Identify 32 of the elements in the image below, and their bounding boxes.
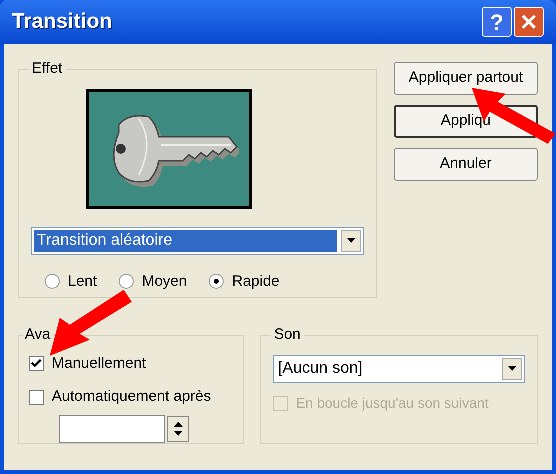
group-label: Ava bbox=[24, 325, 52, 345]
dropdown-value: Transition aléatoire bbox=[34, 230, 337, 252]
caret-icon bbox=[508, 366, 516, 371]
group-label: Son bbox=[273, 325, 302, 345]
radio-label: Lent bbox=[68, 272, 98, 292]
window-title: Transition bbox=[12, 9, 114, 36]
radio-label: Moyen bbox=[142, 272, 188, 292]
checkbox-label: Automatiquement après bbox=[52, 387, 212, 407]
up-arrow-icon bbox=[174, 422, 182, 426]
group-label: Effet bbox=[31, 59, 64, 79]
radio-label: Rapide bbox=[232, 272, 280, 292]
close-button[interactable] bbox=[514, 7, 544, 37]
down-arrow-icon bbox=[174, 430, 182, 436]
dropdown-value: [Aucun son] bbox=[277, 358, 364, 378]
dropdown-arrow-button[interactable] bbox=[502, 358, 522, 380]
checkbox-label: En boucle jusqu'au son suivant bbox=[296, 394, 489, 413]
radio-button[interactable] bbox=[119, 274, 134, 290]
caret-icon bbox=[346, 238, 356, 243]
dropdown-arrow-button[interactable] bbox=[341, 230, 361, 252]
help-button[interactable]: ? bbox=[482, 7, 512, 37]
dialog-button[interactable]: Appliquer partout bbox=[394, 62, 538, 95]
effect-dropdown[interactable]: Transition aléatoire bbox=[31, 226, 364, 254]
checkbox-label: Manuellement bbox=[52, 354, 146, 374]
radio-button[interactable] bbox=[45, 274, 60, 290]
dialog-button[interactable]: Annuler bbox=[394, 148, 538, 181]
checkbox[interactable] bbox=[29, 390, 44, 405]
delay-input-field[interactable] bbox=[59, 414, 165, 442]
radio-button[interactable] bbox=[209, 274, 224, 290]
close-icon bbox=[520, 13, 538, 31]
checkbox[interactable] bbox=[29, 356, 44, 372]
sound-dropdown[interactable]: [Aucun son] bbox=[273, 354, 525, 382]
spin-button[interactable] bbox=[167, 416, 189, 442]
